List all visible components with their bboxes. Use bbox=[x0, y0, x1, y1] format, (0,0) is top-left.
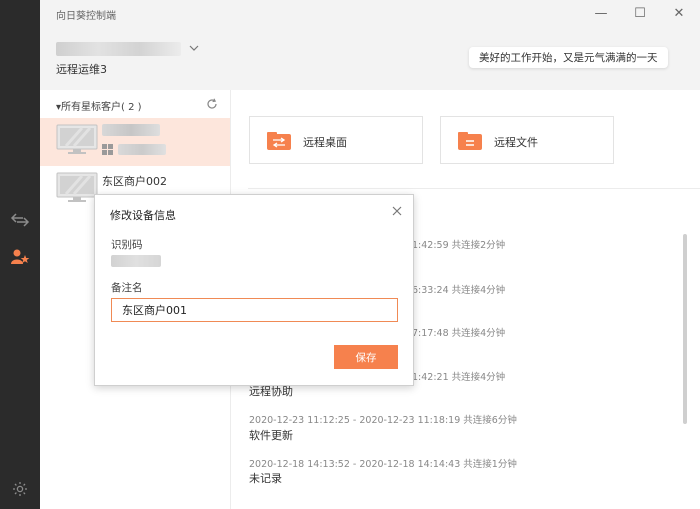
record-time: 1:42:59 共连接2分钟 bbox=[412, 240, 506, 251]
record-time: 2020-12-18 14:13:52 - 2020-12-18 14:14:4… bbox=[249, 459, 517, 470]
header-bar: 向日葵控制端 — ☐ ✕ 远程运维3 美好的工作开始，又是元气满满的一天 bbox=[40, 0, 700, 90]
remote-files-icon bbox=[458, 130, 482, 152]
close-icon[interactable] bbox=[391, 205, 403, 217]
remote-desktop-icon bbox=[267, 130, 291, 152]
device-code-redacted bbox=[118, 144, 166, 155]
remote-connect-icon[interactable] bbox=[10, 210, 30, 230]
remote-desktop-label: 远程桌面 bbox=[303, 136, 347, 149]
remark-label: 备注名 bbox=[111, 282, 143, 294]
record-time: 6:33:24 共连接4分钟 bbox=[412, 285, 506, 296]
settings-gear-icon[interactable] bbox=[10, 479, 30, 499]
account-name: 远程运维3 bbox=[56, 63, 107, 76]
windows-os-icon bbox=[102, 144, 113, 155]
device-name: 东区商户002 bbox=[102, 175, 167, 188]
chevron-down-icon[interactable] bbox=[188, 42, 200, 54]
save-button[interactable]: 保存 bbox=[334, 345, 398, 369]
remote-files-label: 远程文件 bbox=[494, 136, 538, 149]
record-type: 软件更新 bbox=[249, 429, 293, 442]
starred-group-header[interactable]: ▾所有星标客户( 2 ) bbox=[56, 98, 142, 113]
id-label: 识别码 bbox=[111, 239, 143, 251]
app-title: 向日葵控制端 bbox=[56, 11, 116, 22]
greeting-bubble: 美好的工作开始，又是元气满满的一天 bbox=[469, 47, 668, 68]
left-rail bbox=[0, 0, 40, 509]
monitor-icon bbox=[56, 172, 98, 202]
records-scrollbar[interactable] bbox=[683, 234, 687, 424]
remote-desktop-card[interactable]: 远程桌面 bbox=[249, 116, 423, 164]
starred-contacts-icon[interactable] bbox=[10, 247, 30, 267]
device-id-redacted bbox=[111, 255, 161, 267]
record-type: 未记录 bbox=[249, 472, 282, 485]
remark-name-input[interactable] bbox=[111, 298, 398, 322]
minimize-button[interactable]: — bbox=[590, 4, 612, 22]
device-item-selected[interactable] bbox=[40, 118, 230, 166]
record-time: 2020-12-23 11:12:25 - 2020-12-23 11:18:1… bbox=[249, 415, 517, 426]
record-time: 1:42:21 共连接4分钟 bbox=[412, 372, 506, 383]
dialog-title: 修改设备信息 bbox=[110, 209, 176, 222]
monitor-icon bbox=[56, 124, 98, 154]
account-id-redacted bbox=[56, 42, 181, 56]
refresh-icon[interactable] bbox=[206, 98, 218, 110]
edit-device-dialog: 修改设备信息 识别码 备注名 保存 bbox=[94, 194, 414, 386]
record-time: 7:17:48 共连接4分钟 bbox=[412, 328, 506, 339]
device-name-redacted bbox=[102, 124, 160, 136]
close-button[interactable]: ✕ bbox=[668, 4, 690, 22]
remote-files-card[interactable]: 远程文件 bbox=[440, 116, 614, 164]
maximize-button[interactable]: ☐ bbox=[629, 4, 651, 22]
section-divider bbox=[248, 188, 700, 189]
